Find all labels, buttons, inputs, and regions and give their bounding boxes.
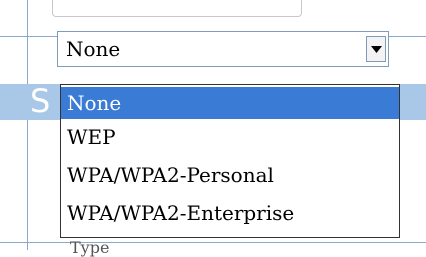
option-wep[interactable]: WEP xyxy=(61,121,399,153)
background-divider-vertical xyxy=(27,0,28,250)
select-current-value: None xyxy=(66,37,121,61)
dropdown-toggle-button[interactable] xyxy=(366,36,386,62)
option-wpa-wpa2-personal[interactable]: WPA/WPA2-Personal xyxy=(61,159,399,191)
background-divider-bottom xyxy=(0,242,426,243)
security-mode-dropdown-list: None WEP WPA/WPA2-Personal WPA/WPA2-Ente… xyxy=(60,84,400,238)
background-section-heading: S xyxy=(30,82,51,120)
security-mode-select[interactable]: None xyxy=(57,31,389,67)
option-wpa-wpa2-enterprise[interactable]: WPA/WPA2-Enterprise xyxy=(61,197,399,229)
background-field-label: Type xyxy=(70,238,110,257)
chevron-down-icon xyxy=(371,46,382,53)
option-none[interactable]: None xyxy=(61,87,399,119)
background-input-field xyxy=(52,0,302,17)
